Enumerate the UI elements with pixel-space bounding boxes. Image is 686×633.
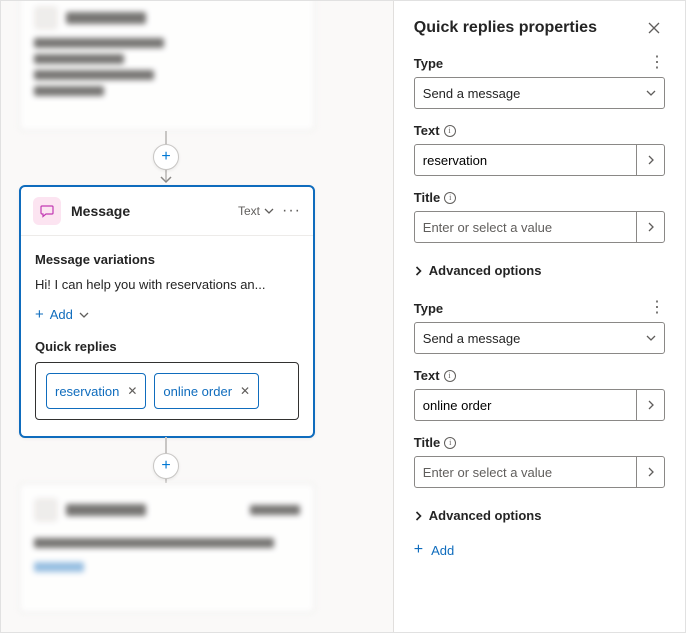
advanced-options-label: Advanced options: [429, 263, 542, 278]
text-input[interactable]: [414, 389, 665, 421]
info-icon[interactable]: i: [444, 370, 456, 382]
chevron-right-icon: [414, 265, 423, 277]
chevron-down-icon: [646, 333, 656, 343]
text-input-field[interactable]: [423, 398, 636, 413]
chip-label: online order: [163, 384, 232, 399]
add-variation-button[interactable]: + Add: [35, 302, 89, 327]
type-field-label: Type: [414, 301, 443, 316]
type-field-label: Type: [414, 56, 443, 71]
previous-node-card: [19, 1, 315, 131]
type-select[interactable]: Send a message: [414, 77, 665, 109]
info-icon[interactable]: i: [444, 192, 456, 204]
message-node-header: Message Text ···: [21, 187, 313, 236]
quick-reply-chip[interactable]: online order ✕: [154, 373, 259, 409]
add-node-button-bottom[interactable]: +: [153, 453, 179, 479]
type-select[interactable]: Send a message: [414, 322, 665, 354]
next-node-card: [19, 483, 315, 613]
more-options-icon[interactable]: ···: [282, 202, 301, 220]
add-quick-reply-label: Add: [431, 543, 454, 558]
title-field-label: Titlei: [414, 435, 457, 450]
chip-label: reservation: [55, 384, 119, 399]
expand-button[interactable]: [636, 145, 664, 175]
title-input[interactable]: [414, 211, 665, 243]
chevron-down-icon[interactable]: [264, 206, 274, 216]
text-input-field[interactable]: [423, 153, 636, 168]
advanced-options-toggle[interactable]: Advanced options: [414, 257, 665, 282]
text-field-label: Texti: [414, 368, 456, 383]
flow-canvas[interactable]: + Message Text ··· Message variations Hi…: [1, 1, 393, 632]
text-field-label: Texti: [414, 123, 456, 138]
close-icon: [647, 21, 661, 35]
quick-reply-chip[interactable]: reservation ✕: [46, 373, 146, 409]
chevron-down-icon: [79, 310, 89, 320]
title-field-label: Titlei: [414, 190, 457, 205]
text-input[interactable]: [414, 144, 665, 176]
message-icon: [33, 197, 61, 225]
info-icon[interactable]: i: [444, 437, 456, 449]
remove-chip-icon[interactable]: ✕: [240, 384, 250, 398]
message-node-card[interactable]: Message Text ··· Message variations Hi! …: [19, 185, 315, 438]
message-variations-label: Message variations: [35, 252, 299, 267]
title-input-field[interactable]: [423, 465, 636, 480]
add-node-button-top[interactable]: +: [153, 144, 179, 170]
expand-button[interactable]: [636, 390, 664, 420]
plus-icon: +: [35, 306, 44, 323]
message-variation-text[interactable]: Hi! I can help you with reservations an.…: [35, 275, 295, 302]
title-input-field[interactable]: [423, 220, 636, 235]
properties-panel: Quick replies properties Type ⋮ Send a m…: [393, 1, 685, 632]
reply-menu-icon[interactable]: ⋮: [649, 55, 665, 71]
expand-button[interactable]: [636, 212, 664, 242]
add-variation-label: Add: [50, 307, 73, 322]
quick-replies-container[interactable]: reservation ✕ online order ✕: [35, 362, 299, 420]
expand-button[interactable]: [636, 457, 664, 487]
message-type-label[interactable]: Text: [238, 204, 260, 218]
advanced-options-label: Advanced options: [429, 508, 542, 523]
arrow-down-icon: [160, 174, 172, 184]
panel-title: Quick replies properties: [414, 19, 597, 37]
advanced-options-toggle[interactable]: Advanced options: [414, 502, 665, 527]
title-input[interactable]: [414, 456, 665, 488]
reply-menu-icon[interactable]: ⋮: [649, 300, 665, 316]
quick-replies-label: Quick replies: [35, 339, 299, 354]
message-node-title: Message: [71, 203, 238, 219]
type-select-value: Send a message: [423, 331, 521, 346]
type-select-value: Send a message: [423, 86, 521, 101]
close-panel-button[interactable]: [643, 17, 665, 39]
remove-chip-icon[interactable]: ✕: [127, 384, 137, 398]
add-quick-reply-button[interactable]: + Add: [414, 541, 454, 559]
chevron-right-icon: [414, 510, 423, 522]
plus-icon: +: [414, 541, 423, 559]
info-icon[interactable]: i: [444, 125, 456, 137]
chevron-down-icon: [646, 88, 656, 98]
